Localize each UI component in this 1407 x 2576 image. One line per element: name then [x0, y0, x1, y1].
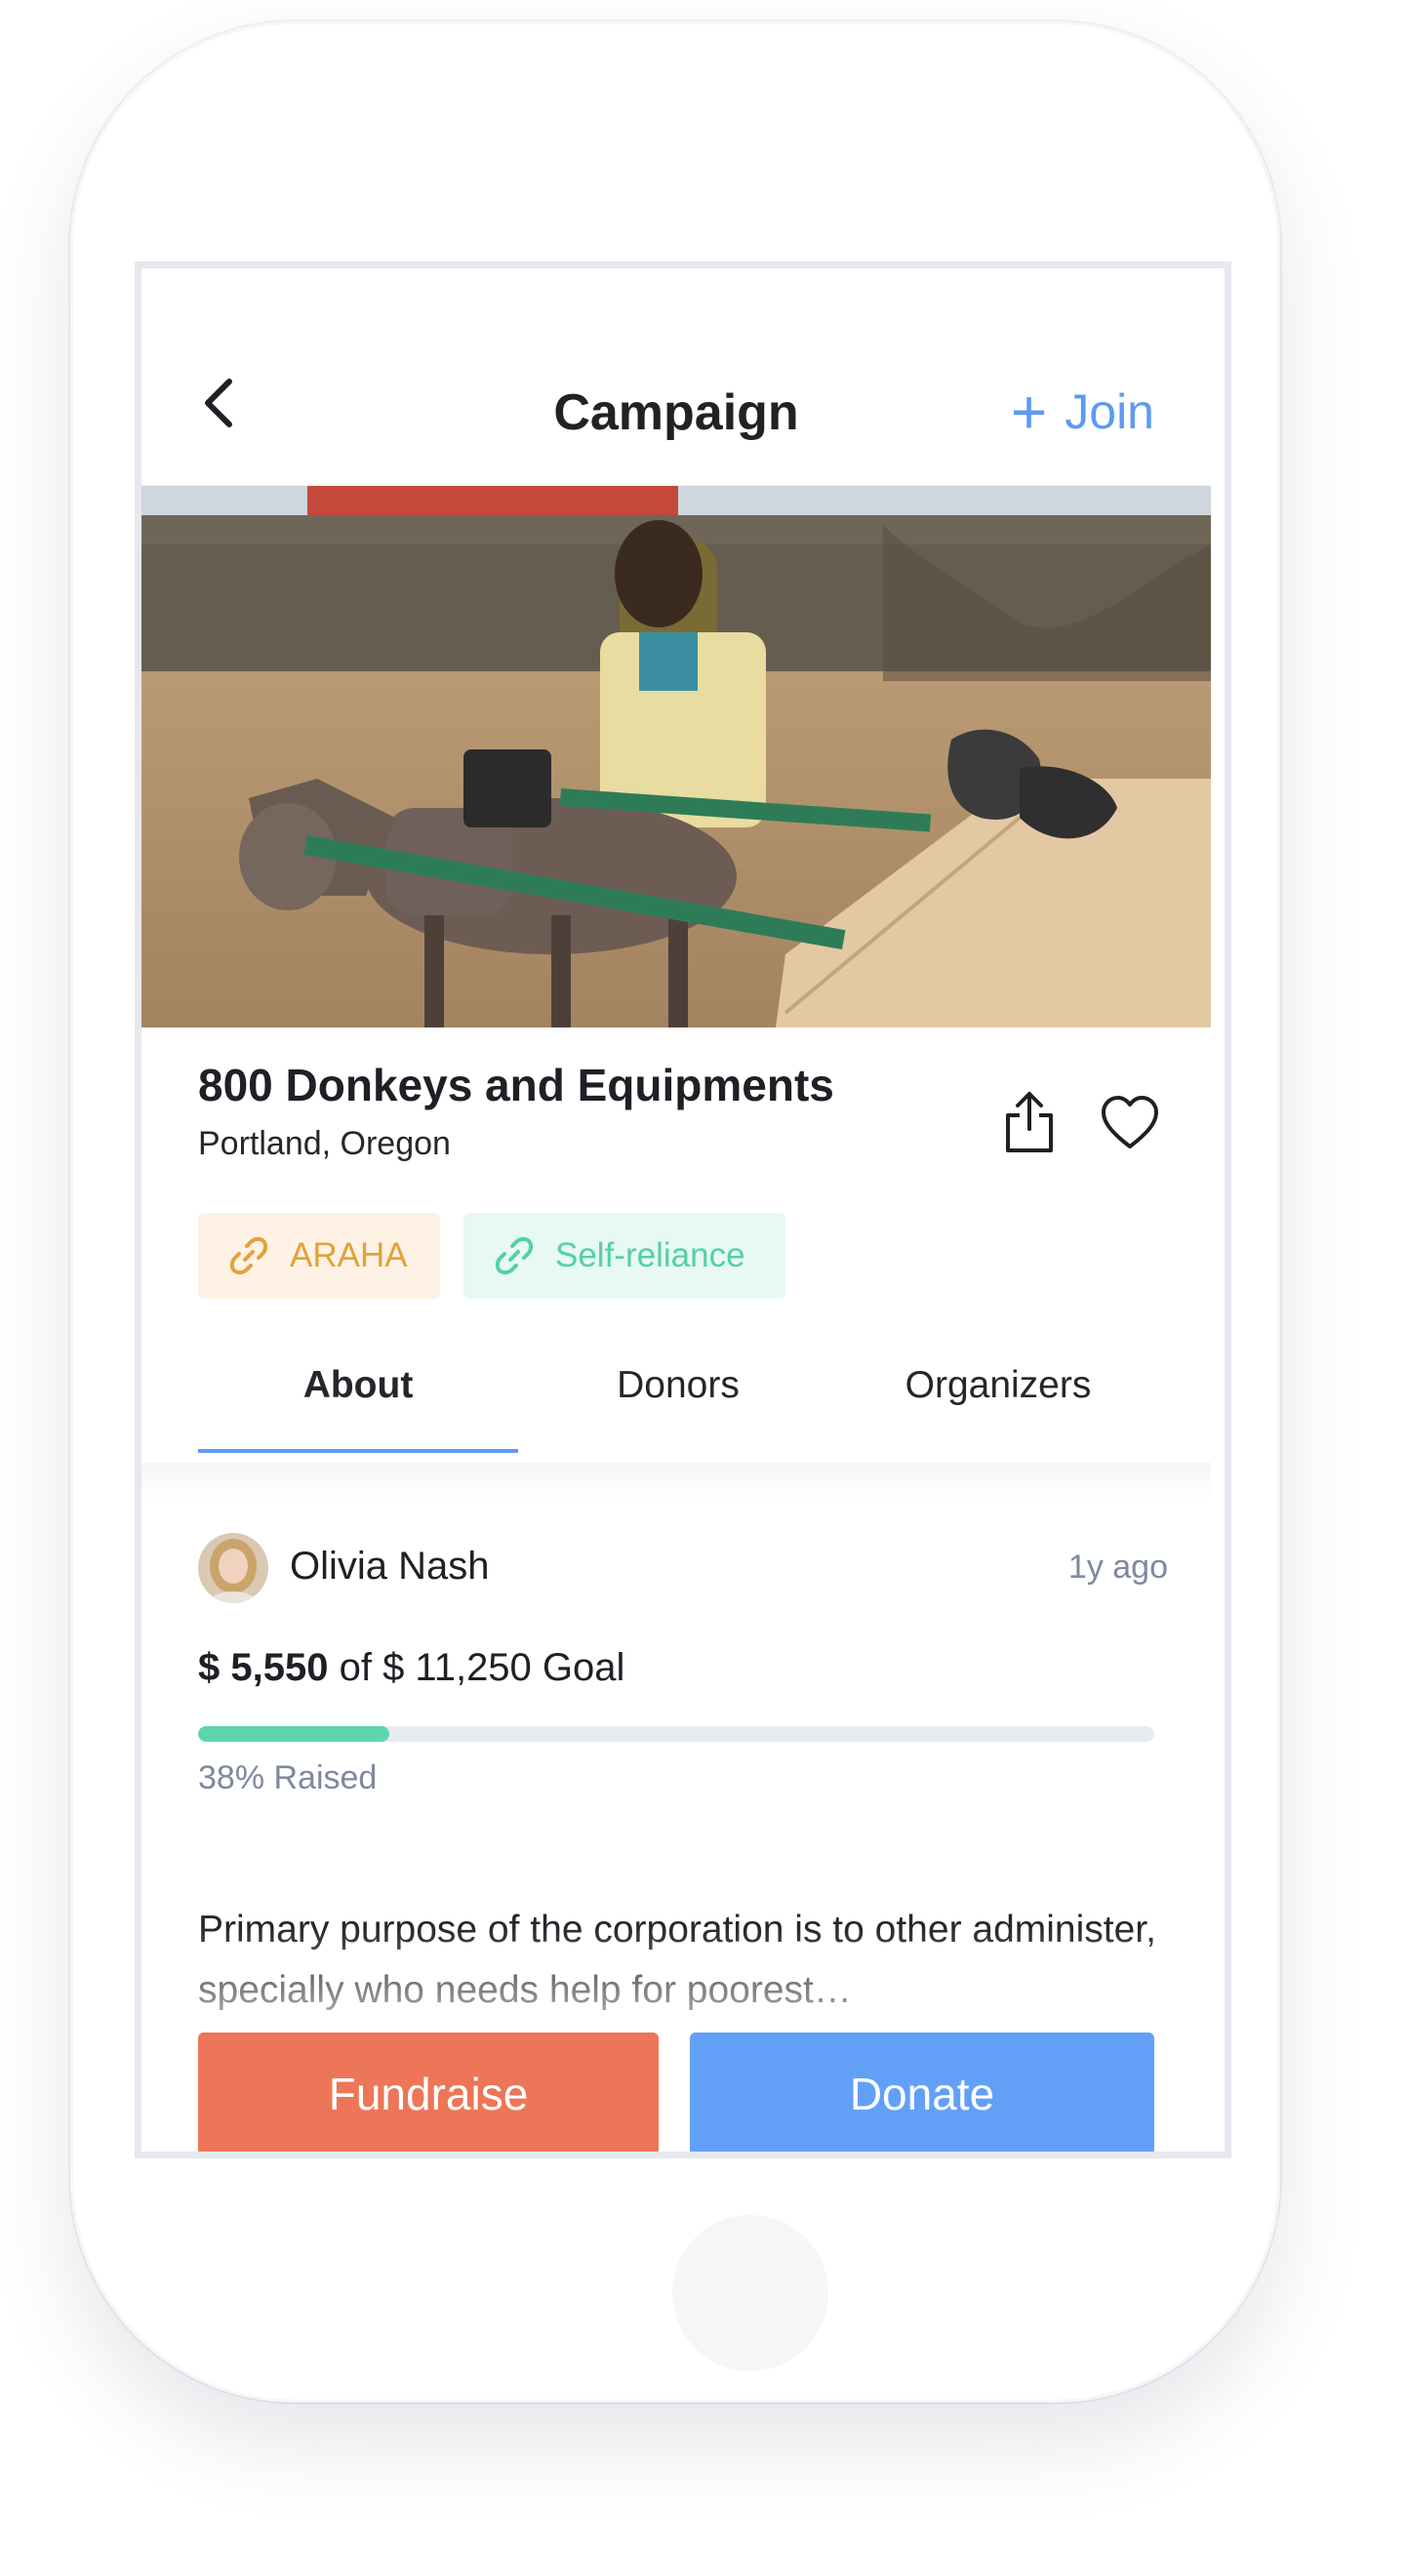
percent-raised: 38% Raised	[198, 1759, 378, 1796]
campaign-photo	[141, 486, 1211, 1027]
post-time: 1y ago	[1067, 1549, 1168, 1586]
share-button[interactable]	[1000, 1090, 1059, 1154]
progress-bar	[198, 1726, 1154, 1742]
tab-bar: About Donors Organizers	[198, 1332, 1154, 1453]
avatar[interactable]	[198, 1533, 268, 1603]
link-icon	[229, 1236, 268, 1275]
join-label: Join	[1065, 384, 1154, 439]
home-button[interactable]	[672, 2215, 828, 2371]
divider	[141, 1463, 1211, 1502]
plus-icon: +	[1010, 377, 1048, 447]
tag-araha[interactable]: ARAHA	[198, 1213, 440, 1299]
organizer-name[interactable]: Olivia Nash	[290, 1545, 490, 1589]
tag-label: ARAHA	[290, 1236, 408, 1274]
app-screen: Campaign + Join 800 Donkeys and Equipmen…	[135, 262, 1231, 2158]
campaign-location: Portland, Oregon	[198, 1125, 451, 1162]
tab-donors[interactable]: Donors	[518, 1332, 838, 1449]
donate-button[interactable]: Donate	[690, 2033, 1154, 2152]
action-bar: Fundraise Donate	[141, 2021, 1211, 2152]
tag-self-reliance[interactable]: Self-reliance	[463, 1213, 785, 1299]
tab-organizers[interactable]: Organizers	[838, 1332, 1158, 1449]
share-icon	[1006, 1092, 1053, 1152]
favorite-button[interactable]	[1100, 1094, 1160, 1154]
avatar-image	[198, 1533, 268, 1603]
raised-amount: $ 5,550	[198, 1646, 329, 1689]
campaign-photo-illustration	[141, 486, 1211, 1027]
tab-about[interactable]: About	[198, 1332, 518, 1453]
fundraise-button[interactable]: Fundraise	[198, 2033, 659, 2152]
progress-fill	[198, 1726, 389, 1742]
link-icon	[495, 1236, 534, 1275]
raised-summary: $ 5,550 of $ 11,250 Goal	[198, 1646, 624, 1690]
heart-icon	[1102, 1096, 1158, 1148]
campaign-title: 800 Donkeys and Equipments	[198, 1060, 834, 1110]
join-button[interactable]: + Join	[1010, 377, 1154, 447]
tag-label: Self-reliance	[555, 1236, 745, 1274]
goal-text: of $ 11,250 Goal	[339, 1646, 625, 1689]
navigation-bar: Campaign + Join	[141, 268, 1211, 487]
